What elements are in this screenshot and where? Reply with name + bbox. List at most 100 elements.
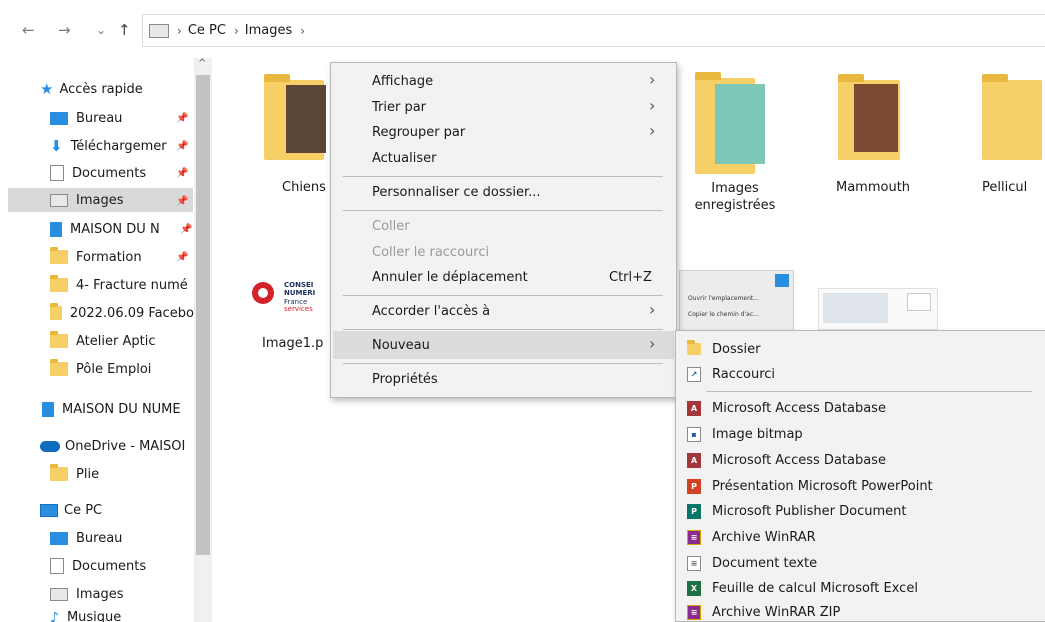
image1-thumbnail[interactable]: CONSEI NUMÉRI France services (244, 274, 332, 332)
menu-separator (343, 210, 663, 211)
folder-mammouth[interactable] (838, 74, 900, 160)
folder-icon (50, 331, 68, 348)
pin-icon[interactable]: 📌 (176, 141, 188, 152)
access-icon: A (687, 400, 701, 416)
submenu-item-excel[interactable]: X Feuille de calcul Microsoft Excel (687, 578, 918, 598)
desktop-icon (50, 531, 68, 545)
screenshot-thumbnail[interactable]: Ouvrir l'emplacement... Copier le chemin… (679, 270, 794, 332)
sidebar-pc-musique[interactable]: ♪ Musique (50, 610, 121, 622)
menu-item-annuler-deplacement[interactable]: Annuler le déplacement (372, 270, 528, 285)
network-icon (42, 401, 54, 417)
folder-pellicule[interactable] (982, 74, 1042, 160)
breadcrumb-ce-pc[interactable]: Ce PC (188, 23, 226, 38)
pictures-icon (50, 587, 68, 601)
folder-icon (50, 303, 62, 320)
sidebar-item-plie[interactable]: Plie (50, 462, 99, 486)
submenu-item-dossier[interactable]: Dossier (687, 339, 760, 359)
document-thumbnail[interactable] (818, 288, 938, 330)
folder-chiens[interactable] (264, 74, 326, 160)
shortcut-icon: ↗ (687, 366, 701, 382)
sidebar-ce-pc[interactable]: Ce PC (40, 498, 102, 522)
monster-illustration-thumbnail (715, 84, 765, 164)
chevron-right-icon: › (649, 334, 656, 353)
menu-item-accorder-acces[interactable]: Accorder l'accès à (372, 304, 490, 319)
dog-photo-thumbnail (286, 85, 326, 153)
menu-item-proprietes[interactable]: Propriétés (372, 372, 438, 387)
sidebar-item-documents[interactable]: Documents (50, 161, 146, 185)
breadcrumb-images[interactable]: Images (245, 23, 293, 38)
folder-icon (687, 340, 701, 355)
sidebar-item-images[interactable]: Images (8, 188, 193, 212)
sidebar-pc-bureau[interactable]: Bureau (50, 526, 122, 550)
submenu-item-raccourci[interactable]: ↗ Raccourci (687, 364, 775, 384)
submenu-item-publisher[interactable]: P Microsoft Publisher Document (687, 501, 906, 521)
sidebar-item-maison-du-n[interactable]: MAISON DU N (50, 217, 180, 241)
sidebar-item-fracture[interactable]: 4- Fracture numé (50, 273, 194, 297)
menu-item-coller[interactable]: Coller (372, 219, 410, 234)
desktop-icon (50, 111, 68, 125)
back-arrow-icon[interactable]: ← (22, 20, 35, 40)
sidebar-pc-images[interactable]: Images (50, 582, 124, 606)
recent-locations-icon[interactable]: ⌄ (96, 20, 106, 40)
pictures-icon (149, 23, 169, 38)
publisher-icon: P (687, 503, 701, 519)
menu-item-affichage[interactable]: Affichage (372, 74, 433, 89)
pin-icon[interactable]: 📌 (176, 252, 188, 263)
sidebar-pc-documents[interactable]: Documents (50, 554, 146, 578)
logo-inner (258, 288, 268, 298)
scroll-up-icon[interactable]: ^ (198, 58, 206, 69)
submenu-item-image-bitmap[interactable]: ▪ Image bitmap (687, 424, 803, 444)
tile-label-chiens: Chiens (282, 180, 326, 195)
menu-separator (343, 295, 663, 296)
sidebar-item-telechargements[interactable]: ⬇ Téléchargemer (50, 134, 180, 158)
sidebar-item-formation[interactable]: Formation (50, 245, 142, 269)
music-icon: ♪ (50, 610, 59, 622)
winrar-zip-icon: ≡ (687, 604, 701, 620)
menu-item-coller-raccourci[interactable]: Coller le raccourci (372, 245, 489, 260)
menu-item-trier-par[interactable]: Trier par (372, 100, 426, 115)
menu-separator (343, 329, 663, 330)
document-preview (823, 293, 888, 323)
submenu-item-winrar[interactable]: ≡ Archive WinRAR (687, 527, 816, 547)
pin-icon[interactable]: 📌 (176, 196, 188, 207)
pin-icon[interactable]: 📌 (176, 113, 188, 124)
menu-item-nouveau[interactable]: Nouveau (372, 338, 430, 353)
address-bar[interactable]: › Ce PC › Images › (142, 14, 1045, 47)
sidebar-scrollbar-thumb[interactable] (196, 75, 210, 555)
shortcut-ctrl-z: Ctrl+Z (609, 270, 652, 285)
submenu-item-winrar-zip[interactable]: ≡ Archive WinRAR ZIP (687, 604, 840, 620)
sidebar-item-bureau[interactable]: Bureau (50, 106, 122, 130)
sidebar-onedrive[interactable]: OneDrive - MAISOI (40, 434, 194, 458)
submenu-item-access-database[interactable]: A Microsoft Access Database (687, 398, 886, 418)
computer-icon (40, 503, 58, 517)
sidebar-item-pole-emploi[interactable]: Pôle Emploi (50, 357, 151, 381)
menu-item-actualiser[interactable]: Actualiser (372, 151, 436, 166)
star-icon: ★ (40, 80, 54, 98)
submenu-separator (706, 391, 1032, 392)
tile-label-pellicule: Pellicul (982, 180, 1028, 195)
winrar-icon: ≡ (687, 529, 701, 545)
access-icon: A (687, 452, 701, 468)
submenu-item-powerpoint[interactable]: P Présentation Microsoft PowerPoint (687, 476, 933, 496)
pin-icon[interactable]: 📌 (176, 168, 188, 179)
sidebar-maison-du-numerique[interactable]: MAISON DU NUME (42, 397, 194, 421)
sidebar-item-atelier-aptic[interactable]: Atelier Aptic (50, 329, 155, 353)
submenu-item-access-database-2[interactable]: A Microsoft Access Database (687, 450, 886, 470)
conseiller-numerique-logo (252, 282, 274, 304)
up-arrow-icon[interactable]: ↑ (118, 20, 131, 40)
menu-separator (343, 176, 663, 177)
tile-label-images-enregistrees: Images enregistrées (694, 181, 776, 213)
excel-icon: X (687, 580, 701, 596)
onedrive-cloud-icon (40, 440, 60, 452)
forward-arrow-icon[interactable]: → (58, 20, 71, 40)
menu-item-regrouper-par[interactable]: Regrouper par (372, 125, 465, 140)
sidebar-item-facebook[interactable]: 2022.06.09 Facebo (50, 301, 194, 325)
chevron-right-icon: › (649, 70, 656, 89)
sidebar-quick-access[interactable]: ★ Accès rapide (40, 77, 143, 101)
folder-images-enregistrees[interactable] (695, 72, 765, 174)
submenu-item-document-texte[interactable]: ≡ Document texte (687, 553, 817, 573)
new-submenu: Dossier ↗ Raccourci A Microsoft Access D… (675, 330, 1045, 622)
navigation-pane: ★ Accès rapide Bureau 📌 ⬇ Téléchargemer … (0, 52, 213, 622)
pin-icon[interactable]: 📌 (180, 224, 192, 235)
menu-item-personnaliser[interactable]: Personnaliser ce dossier... (372, 185, 541, 200)
